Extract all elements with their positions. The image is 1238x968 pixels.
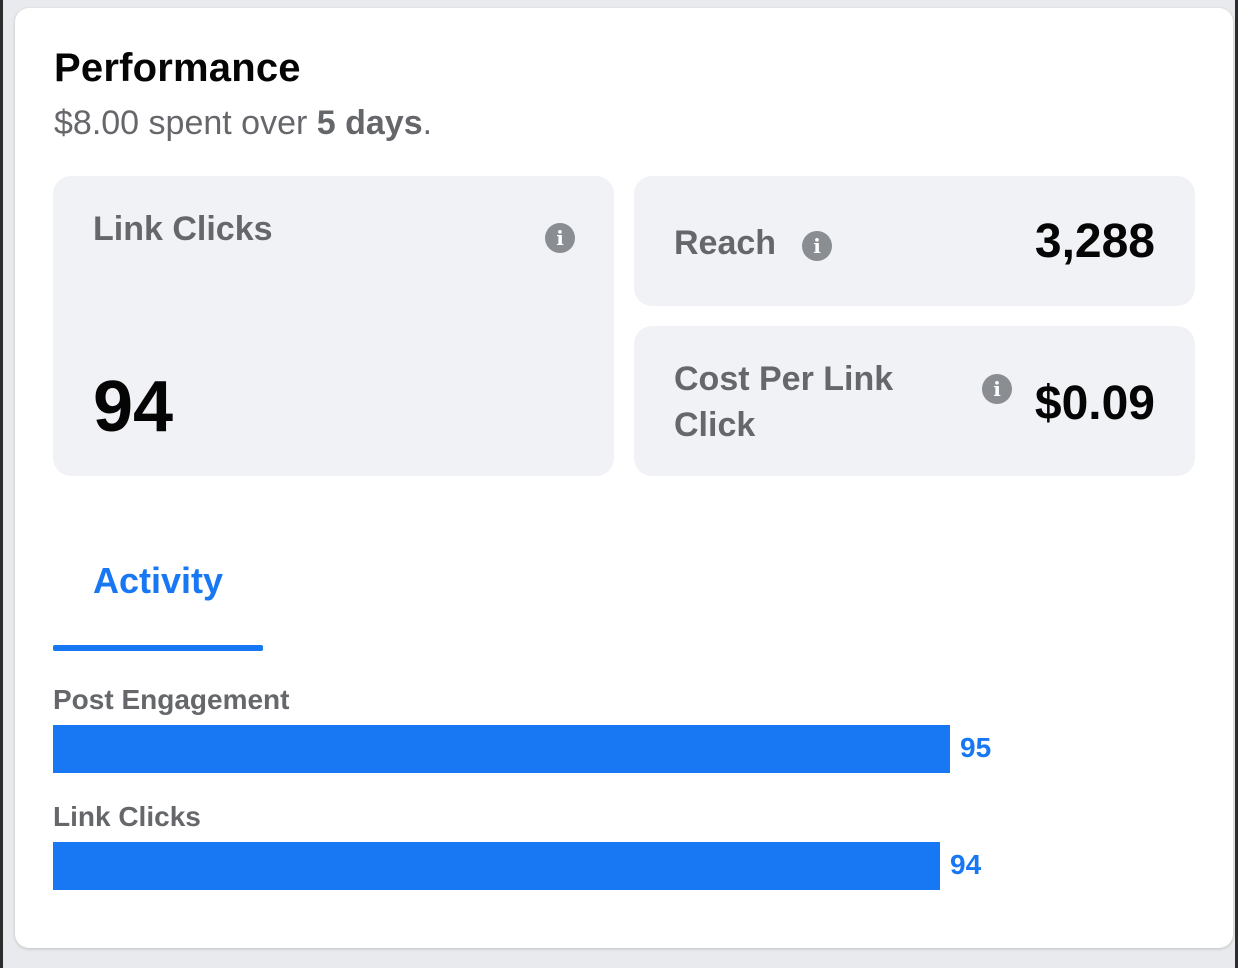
link-clicks-bar [53, 842, 940, 890]
cost-per-link-click-value: $0.09 [1034, 377, 1155, 430]
post-engagement-label: Post Engagement [53, 684, 290, 715]
spend-end-text: . [422, 104, 433, 142]
link-clicks-bar-label: Link Clicks [53, 801, 201, 832]
spend-summary: $8.00 spent over 5 days. [54, 104, 432, 143]
post-engagement-bar [53, 725, 950, 773]
window-edge-left [0, 0, 3, 968]
link-clicks-bar-value: 94 [950, 849, 982, 880]
tab-activity[interactable]: Activity [93, 560, 223, 602]
cost-per-link-click-label: Cost Per Link Click [674, 356, 893, 448]
reach-value: 3,288 [1034, 215, 1155, 268]
performance-title: Performance [54, 46, 301, 90]
spend-days: 5 days [316, 104, 423, 142]
info-icon[interactable]: i [545, 223, 575, 253]
link-clicks-label: Link Clicks [93, 210, 273, 248]
link-clicks-tile: Link Clicks i 94 [53, 176, 614, 476]
cost-per-link-click-label-line2: Click [674, 406, 756, 444]
reach-tile: Reach i 3,288 [634, 176, 1195, 306]
reach-label: Reach [674, 224, 777, 262]
tab-activity-underline [53, 645, 263, 651]
performance-card: Performance $8.00 spent over 5 days. Lin… [15, 8, 1233, 948]
cost-per-link-click-tile: Cost Per Link Click i $0.09 [634, 326, 1195, 476]
spend-amount: $8.00 [54, 104, 140, 142]
info-icon[interactable]: i [802, 231, 832, 261]
spend-middle-text: spent over [139, 104, 317, 142]
cost-per-link-click-label-line1: Cost Per Link [674, 360, 894, 398]
link-clicks-value: 94 [93, 367, 174, 447]
info-icon[interactable]: i [982, 374, 1012, 404]
post-engagement-value: 95 [960, 732, 992, 763]
